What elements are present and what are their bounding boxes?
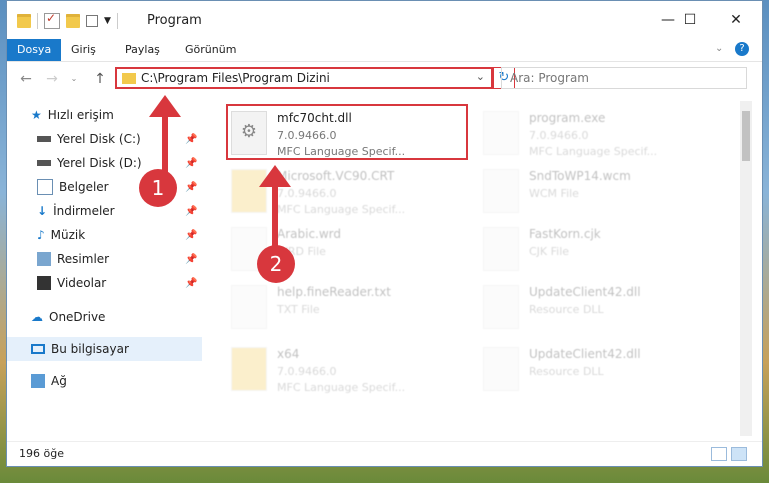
item-count: 196 öğe <box>19 447 64 460</box>
details-view-icon[interactable] <box>711 447 727 461</box>
vertical-scrollbar[interactable] <box>740 101 752 436</box>
annotation-arrows <box>149 95 291 246</box>
explorer-window: ▼ Program — ☐ ✕ Dosya Giriş Paylaş Görün… <box>6 0 763 467</box>
step-badge-2: 2 <box>257 245 295 283</box>
status-bar: 196 öğe <box>7 441 762 466</box>
arrow-2 <box>259 165 291 246</box>
large-icons-view-icon[interactable] <box>731 447 747 461</box>
arrow-1 <box>149 95 181 179</box>
scrollbar-thumb[interactable] <box>742 111 750 161</box>
step-badge-1: 1 <box>139 169 177 207</box>
